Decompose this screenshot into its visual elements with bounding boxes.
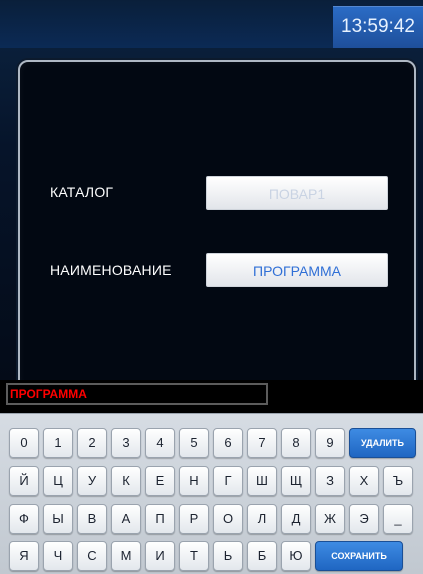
key-А[interactable]: А: [111, 504, 141, 534]
key-Я[interactable]: Я: [9, 541, 39, 571]
key-У[interactable]: У: [77, 466, 107, 496]
name-label: НАИМЕНОВАНИЕ: [50, 262, 172, 278]
keyboard-row-4: Я Ч С М И Т Ь Б Ю СОХРАНИТЬ: [9, 541, 403, 571]
save-button[interactable]: СОХРАНИТЬ: [315, 541, 403, 571]
key-Г[interactable]: Г: [213, 466, 243, 496]
key-Ф[interactable]: Ф: [9, 504, 39, 534]
key-И[interactable]: И: [145, 541, 175, 571]
key-4[interactable]: 4: [145, 428, 175, 458]
key-О[interactable]: О: [213, 504, 243, 534]
key-Э[interactable]: Э: [349, 504, 379, 534]
key-1[interactable]: 1: [43, 428, 73, 458]
key-Е[interactable]: Е: [145, 466, 175, 496]
key-9[interactable]: 9: [315, 428, 345, 458]
key-7[interactable]: 7: [247, 428, 277, 458]
onscreen-keyboard: 0 1 2 3 4 5 6 7 8 9 УДАЛИТЬ ЙЦУКЕНГШЩЗХЪ ФЫВАПРОЛД…: [0, 413, 423, 574]
key-Ь[interactable]: Ь: [213, 541, 243, 571]
key-З[interactable]: З: [315, 466, 345, 496]
key-Х[interactable]: Х: [349, 466, 379, 496]
text-input[interactable]: ПРОГРАММА: [6, 383, 268, 405]
key-underscore[interactable]: _: [383, 504, 413, 534]
key-2[interactable]: 2: [77, 428, 107, 458]
key-Ъ[interactable]: Ъ: [383, 466, 413, 496]
key-Б[interactable]: Б: [247, 541, 277, 571]
key-6[interactable]: 6: [213, 428, 243, 458]
key-Ш[interactable]: Ш: [247, 466, 277, 496]
key-8[interactable]: 8: [281, 428, 311, 458]
key-В[interactable]: В: [77, 504, 107, 534]
key-Ж[interactable]: Ж: [315, 504, 345, 534]
key-С[interactable]: С: [77, 541, 107, 571]
key-П[interactable]: П: [145, 504, 175, 534]
key-0[interactable]: 0: [9, 428, 39, 458]
clock: 13:59:42: [333, 6, 423, 48]
key-Д[interactable]: Д: [281, 504, 311, 534]
key-Ч[interactable]: Ч: [43, 541, 73, 571]
key-3[interactable]: 3: [111, 428, 141, 458]
catalog-label: КАТАЛОГ: [50, 184, 114, 200]
key-Н[interactable]: Н: [179, 466, 209, 496]
key-М[interactable]: М: [111, 541, 141, 571]
delete-button[interactable]: УДАЛИТЬ: [349, 428, 416, 458]
key-Ю[interactable]: Ю: [281, 541, 311, 571]
key-5[interactable]: 5: [179, 428, 209, 458]
name-field[interactable]: ПРОГРАММА: [206, 253, 388, 287]
settings-panel: КАТАЛОГ ПОВАР1 НАИМЕНОВАНИЕ ПРОГРАММА: [18, 60, 416, 390]
key-Т[interactable]: Т: [179, 541, 209, 571]
key-Й[interactable]: Й: [9, 466, 39, 496]
key-Щ[interactable]: Щ: [281, 466, 311, 496]
key-Р[interactable]: Р: [179, 504, 209, 534]
keyboard-row-2: ЙЦУКЕНГШЩЗХЪ: [9, 466, 413, 496]
key-К[interactable]: К: [111, 466, 141, 496]
keyboard-row-3: Ф Ы В А П Р О Л Д Ж Э _: [9, 504, 413, 534]
catalog-field[interactable]: ПОВАР1: [206, 176, 388, 210]
key-Ы[interactable]: Ы: [43, 504, 73, 534]
key-Ц[interactable]: Ц: [43, 466, 73, 496]
key-Л[interactable]: Л: [247, 504, 277, 534]
keyboard-row-digits: 0 1 2 3 4 5 6 7 8 9 УДАЛИТЬ: [9, 428, 416, 458]
